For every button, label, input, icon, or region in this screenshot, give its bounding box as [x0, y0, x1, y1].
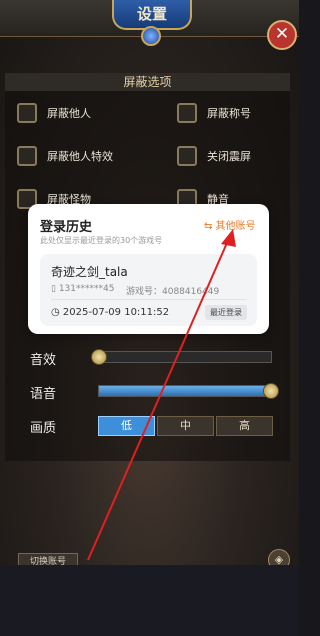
annotation-arrow-icon — [87, 229, 236, 561]
footer-area — [0, 565, 299, 636]
settings-screen: 设置 ✕ 屏蔽选项 屏蔽他人 屏蔽称号 屏蔽他人特效 关闭震屏 屏蔽怪物 静音 … — [0, 0, 299, 565]
